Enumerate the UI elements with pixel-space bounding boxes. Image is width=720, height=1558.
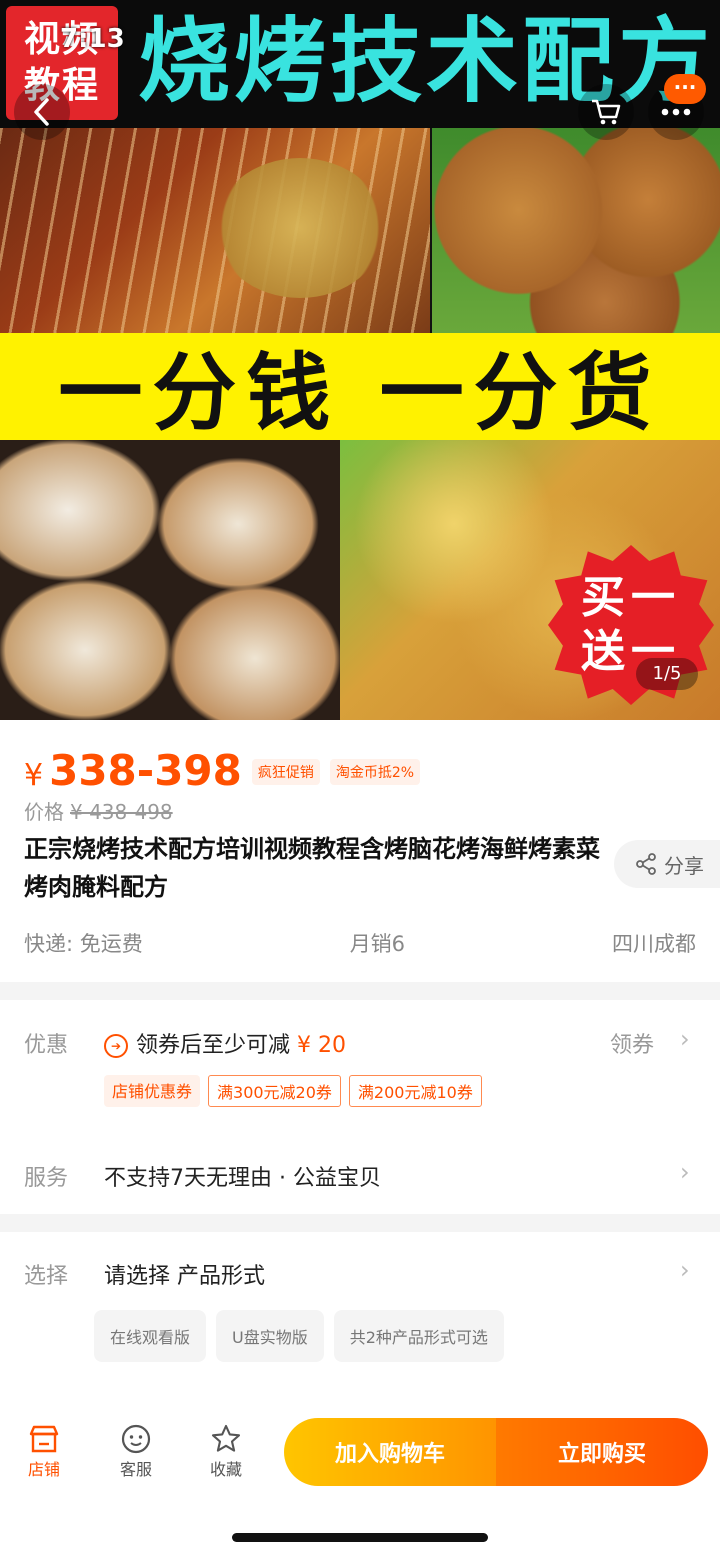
favorite-label: 收藏 [209,1460,242,1479]
option-count[interactable]: 共2种产品形式可选 [333,1310,504,1362]
promo-line-1: 买一 [581,572,681,623]
product-meta: 快递: 免运费 月销6 四川成都 [24,928,696,958]
offers-text: ➔ 领券后至少可减 ¥ 20 [104,1027,346,1059]
get-coupon-button[interactable]: 领券 [610,1027,654,1059]
product-image-gallery[interactable]: 视频 教程 烧烤技术配方 一分钱 一分货 买一 送一 7:13 ··· 1/5 [0,0,720,720]
share-icon [636,853,656,875]
offers-amount: ¥ 20 [297,1033,346,1058]
store-label: 店铺 [27,1460,60,1479]
chevron-left-icon [34,98,49,126]
message-badge[interactable]: ··· [664,74,706,104]
offers-desc: 领券后至少可减 [136,1033,291,1058]
chevron-right-icon: › [680,1158,690,1186]
add-to-cart-button[interactable]: 加入购物车 [284,1418,496,1486]
section-divider [0,1214,720,1232]
skewers-photo [0,128,430,333]
option-online[interactable]: 在线观看版 [94,1310,207,1362]
original-price-label: 价格 [24,800,64,824]
share-label: 分享 [664,853,704,878]
cart-button[interactable] [578,84,634,140]
shipping-info: 快递: 免运费 [24,932,143,956]
chevron-right-icon: › [680,1256,690,1284]
slogan-bar: 一分钱 一分货 [0,333,720,442]
price-row: ¥ 338-398 疯狂促销 淘金币抵2% [24,746,421,795]
share-button[interactable]: 分享 [614,840,720,888]
status-time: 7:13 [60,24,125,54]
slogan-text: 一分钱 一分货 [58,344,662,442]
image-page-indicator: 1/5 [636,658,698,690]
customer-service-button[interactable]: 客服 [106,1422,166,1480]
offers-label: 优惠 [24,1033,69,1058]
service-text: 不支持7天无理由 · 公益宝贝 [104,1166,381,1191]
chicken-wings-photo [432,128,720,333]
option-usb[interactable]: U盘实物版 [216,1310,324,1362]
monthly-sales: 月销6 [349,932,406,956]
coupon-icon: ➔ [104,1034,128,1058]
back-button[interactable] [14,84,70,140]
cart-icon [592,99,621,125]
store-icon [28,1422,60,1456]
price-range: 338-398 [49,746,242,795]
selection-text: 请选择 产品形式 [104,1264,265,1289]
bottom-action-bar: 店铺 客服 收藏 加入购物车 立即购买 [0,1400,720,1510]
coupon-tags: 店铺优惠券 满300元减20券 满200元减10券 [104,1075,482,1107]
promo-tag: 疯狂促销 [251,759,320,785]
selection-label: 选择 [24,1264,69,1289]
chat-face-icon [120,1422,152,1456]
oysters-photo [0,440,340,720]
star-icon [210,1422,242,1456]
product-title: 正宗烧烤技术配方培训视频教程含烤脑花烤海鲜烤素菜烤肉腌料配方 [24,835,600,901]
coin-tag: 淘金币抵2% [329,759,421,785]
buy-now-button[interactable]: 立即购买 [496,1418,708,1486]
coupon-tag-200: 满200元减10券 [348,1075,482,1107]
option-chips: 在线观看版 U盘实物版 共2种产品形式可选 [94,1310,504,1362]
more-dots-icon [661,108,691,116]
price-currency: ¥ [24,758,44,793]
favorite-button[interactable]: 收藏 [196,1422,256,1480]
service-label: 客服 [119,1460,152,1479]
service-label: 服务 [24,1166,69,1191]
original-price: 价格 ¥ 438-498 [24,796,173,825]
coupon-tag-300: 满300元减20券 [208,1075,341,1107]
store-coupon-tag: 店铺优惠券 [104,1075,201,1107]
section-divider [0,982,720,1000]
chevron-right-icon: › [680,1025,690,1053]
ship-location: 四川成都 [611,932,696,956]
original-price-value: ¥ 438-498 [70,800,173,824]
store-button[interactable]: 店铺 [14,1422,74,1480]
home-indicator [232,1533,488,1542]
